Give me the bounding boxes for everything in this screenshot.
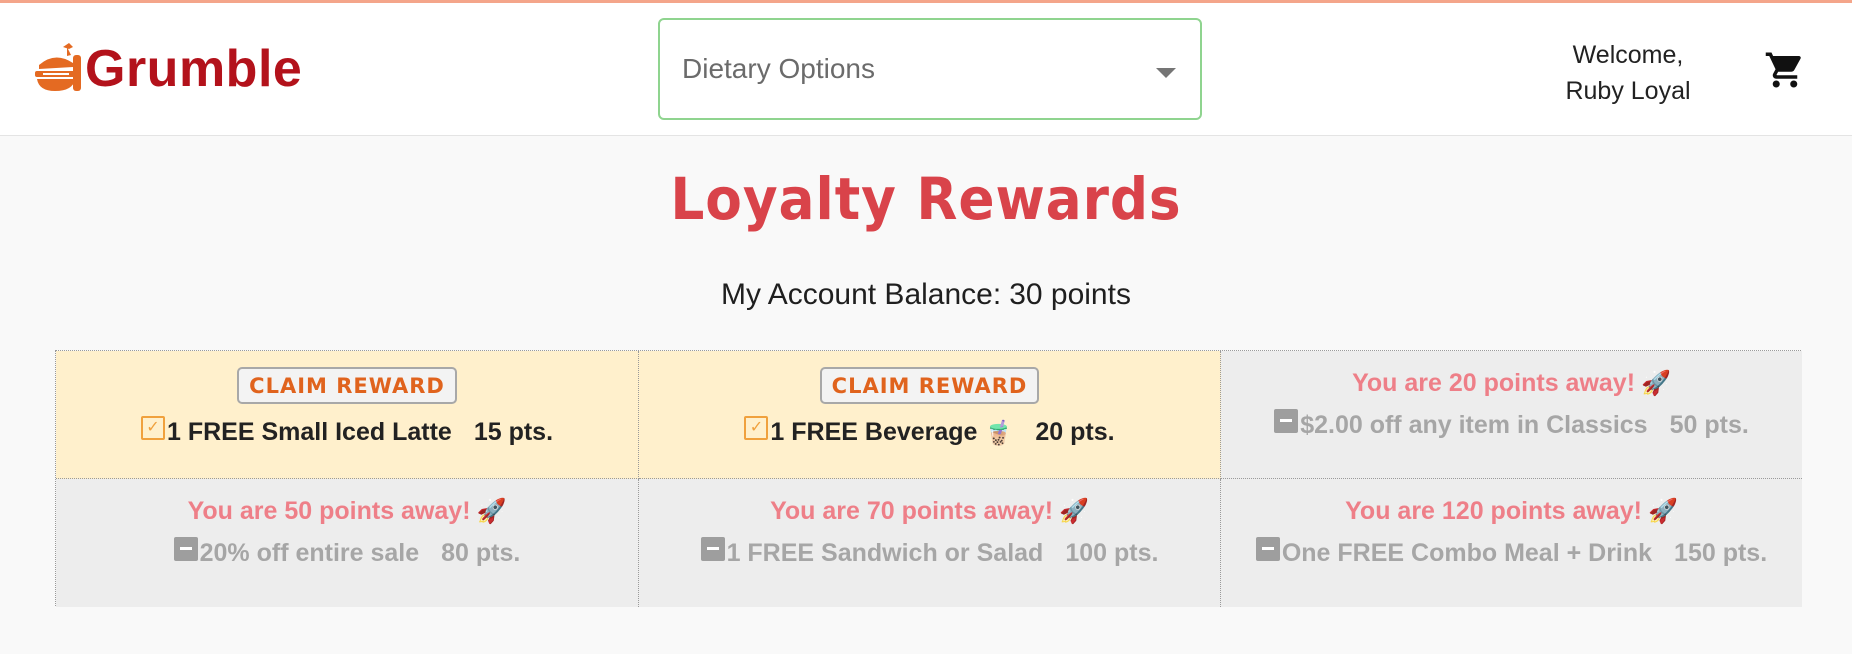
- reward-points: 80 pts.: [441, 539, 521, 567]
- dietary-options-select[interactable]: Dietary Options: [658, 18, 1202, 120]
- chevron-down-icon: [1156, 68, 1176, 78]
- rewards-grid: CLAIM REWARD ✓ 1 FREE Small Iced Latte 1…: [55, 350, 1802, 607]
- claim-reward-button[interactable]: CLAIM REWARD: [237, 367, 457, 404]
- shopping-cart-icon[interactable]: [1764, 49, 1806, 91]
- reward-name: 1 FREE Beverage: [770, 418, 978, 446]
- reward-name: $2.00 off any item in Classics: [1300, 411, 1648, 439]
- reward-card: You are 20 points away! 🚀 $2.00 off any i…: [1221, 351, 1802, 479]
- reward-points: 50 pts.: [1669, 411, 1749, 439]
- reward-name: 1 FREE Small Iced Latte: [166, 418, 452, 446]
- rocket-icon: 🚀: [1059, 497, 1089, 525]
- page-title: Loyalty Rewards: [670, 165, 1182, 233]
- welcome-user: Welcome, Ruby Loyal: [1540, 37, 1716, 109]
- burger-logo-icon: [35, 43, 81, 91]
- reward-card: You are 120 points away! 🚀 One FREE Combo…: [1221, 479, 1802, 607]
- reward-points: 100 pts.: [1065, 539, 1159, 567]
- reward-card: CLAIM REWARD ✓ 1 FREE Small Iced Latte 1…: [56, 351, 639, 479]
- reward-line: 1 FREE Sandwich or Salad 100 pts.: [700, 536, 1159, 568]
- points-away-message: You are 120 points away! 🚀: [1345, 495, 1678, 527]
- dietary-options-label: Dietary Options: [682, 53, 875, 84]
- reward-points: 20 pts.: [1035, 418, 1115, 446]
- reward-name: One FREE Combo Meal + Drink: [1281, 539, 1653, 567]
- balance-label: My Account Balance:: [721, 278, 1002, 311]
- checkbox-checked-icon[interactable]: ✓: [140, 415, 165, 440]
- reward-card: You are 70 points away! 🚀 1 FREE Sandwich…: [639, 479, 1221, 607]
- checkbox-disabled-icon: [700, 536, 725, 561]
- reward-card: You are 50 points away! 🚀 20% off entire …: [56, 479, 639, 607]
- points-away-message: You are 70 points away! 🚀: [770, 495, 1089, 527]
- rocket-icon: 🚀: [476, 497, 507, 525]
- welcome-greeting: Welcome,: [1572, 41, 1684, 69]
- welcome-username: Ruby Loyal: [1565, 77, 1691, 105]
- reward-line: ✓ 1 FREE Small Iced Latte 15 pts.: [140, 415, 554, 447]
- brand-home-link[interactable]: Grumble: [33, 39, 302, 99]
- points-away-text: You are 120 points away!: [1345, 497, 1642, 525]
- reward-line: One FREE Combo Meal + Drink 150 pts.: [1255, 536, 1768, 568]
- site-header: Grumble Dietary Options Welcome, Ruby Lo…: [0, 3, 1852, 136]
- reward-name: 20% off entire sale: [199, 539, 420, 567]
- reward-card: CLAIM REWARD ✓ 1 FREE Beverage 🧋 20 pts.: [639, 351, 1221, 479]
- reward-points: 15 pts.: [473, 418, 554, 446]
- account-balance: My Account Balance: 30 points: [0, 278, 1852, 312]
- checkbox-disabled-icon: [173, 536, 198, 561]
- rocket-icon: 🚀: [1647, 497, 1678, 525]
- reward-line: ✓ 1 FREE Beverage 🧋 20 pts.: [744, 415, 1115, 447]
- points-away-text: You are 70 points away!: [770, 497, 1054, 525]
- checkbox-disabled-icon: [1255, 536, 1280, 561]
- reward-line: $2.00 off any item in Classics 50 pts.: [1274, 408, 1749, 440]
- reward-name: 1 FREE Sandwich or Salad: [726, 539, 1044, 567]
- reward-line: 20% off entire sale 80 pts.: [173, 536, 521, 568]
- checkbox-checked-icon[interactable]: ✓: [744, 415, 769, 440]
- points-away-text: You are 50 points away!: [187, 497, 471, 525]
- points-away-text: You are 20 points away!: [1352, 369, 1636, 397]
- brand-name: Grumble: [85, 40, 303, 98]
- checkbox-disabled-icon: [1274, 408, 1299, 433]
- reward-points: 150 pts.: [1674, 539, 1768, 567]
- balance-value: 30 points: [1009, 278, 1131, 311]
- points-away-message: You are 50 points away! 🚀: [188, 495, 507, 527]
- points-away-message: You are 20 points away! 🚀: [1352, 367, 1671, 399]
- rocket-icon: 🚀: [1641, 369, 1671, 397]
- bubble-tea-icon: 🧋: [983, 418, 1014, 447]
- claim-reward-button[interactable]: CLAIM REWARD: [819, 367, 1040, 404]
